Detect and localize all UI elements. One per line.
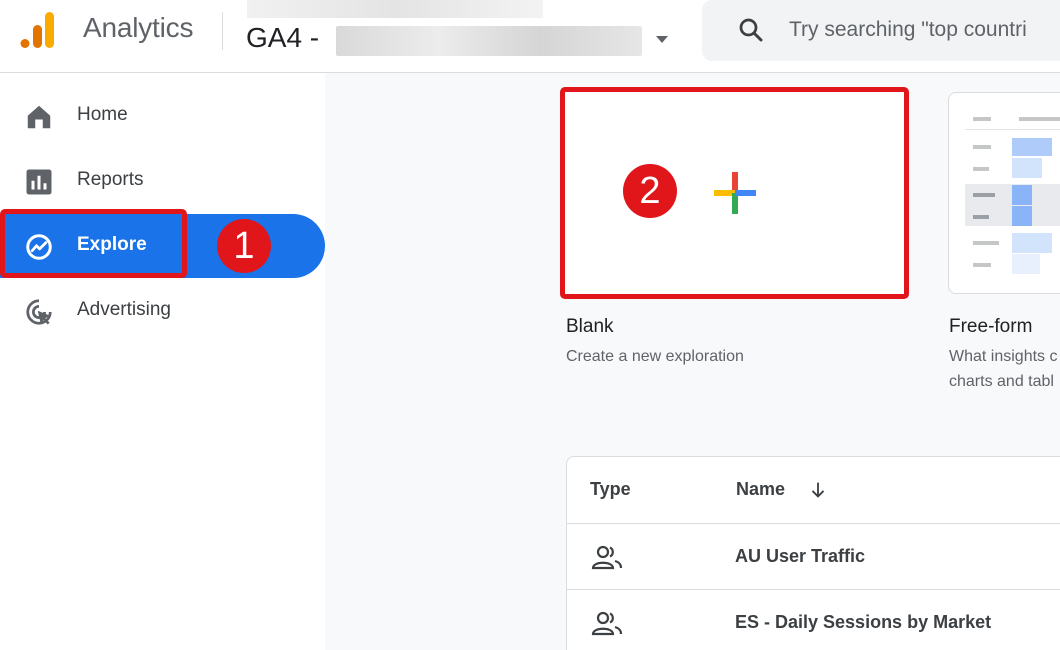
advertising-icon [26,299,52,325]
exploration-name[interactable]: ES - Daily Sessions by Market [735,612,991,633]
blank-template-title[interactable]: Blank [566,316,614,338]
freeform-template-description-line2: charts and tabl [949,373,1054,390]
freeform-thumbnail-icon [965,117,1060,274]
freeform-template-description-line1: What insights c [949,348,1058,365]
search-icon [739,18,763,42]
search-bar[interactable]: Try searching "top countri [702,0,1060,61]
reports-icon [26,169,52,195]
table-header: Type Name [567,457,1060,524]
table-row[interactable]: ES - Daily Sessions by Market [567,590,1060,650]
dropdown-caret-icon[interactable] [656,36,668,43]
app-title: Analytics [83,12,194,43]
nav-item-advertising[interactable]: Advertising [0,279,325,343]
explorations-table: Type Name AU User Traffic ES - Daily Ses… [566,456,1060,650]
people-icon [591,545,623,570]
nav-label-reports: Reports [77,169,144,190]
annotation-highlight-explore [0,209,187,278]
freeform-template-card[interactable] [948,92,1060,294]
column-header-type[interactable]: Type [590,479,631,500]
table-row[interactable]: AU User Traffic [567,524,1060,590]
property-selector-label[interactable]: GA4 - [246,22,319,54]
blank-template-description: Create a new exploration [566,348,744,365]
annotation-step-badge: 1 [217,219,271,273]
nav-label-advertising: Advertising [77,299,171,320]
property-name-redacted[interactable] [336,26,642,56]
search-placeholder: Try searching "top countri [789,18,1027,41]
header-divider [222,12,223,50]
nav-item-home[interactable]: Home [0,84,325,148]
arrow-down-icon[interactable] [807,479,829,501]
freeform-template-title[interactable]: Free-form [949,316,1032,338]
nav-label-home: Home [77,104,128,125]
home-icon [27,105,51,129]
account-name-redacted[interactable] [247,0,543,18]
people-icon [591,611,623,636]
column-header-name[interactable]: Name [736,479,785,500]
exploration-name[interactable]: AU User Traffic [735,546,865,567]
top-app-bar: Analytics GA4 - Try searching "top count… [0,0,1060,73]
annotation-step-badge: 2 [623,164,677,218]
annotation-highlight-blank [560,87,909,299]
nav-item-reports[interactable]: Reports [0,149,325,213]
analytics-logo-icon[interactable] [18,12,58,52]
